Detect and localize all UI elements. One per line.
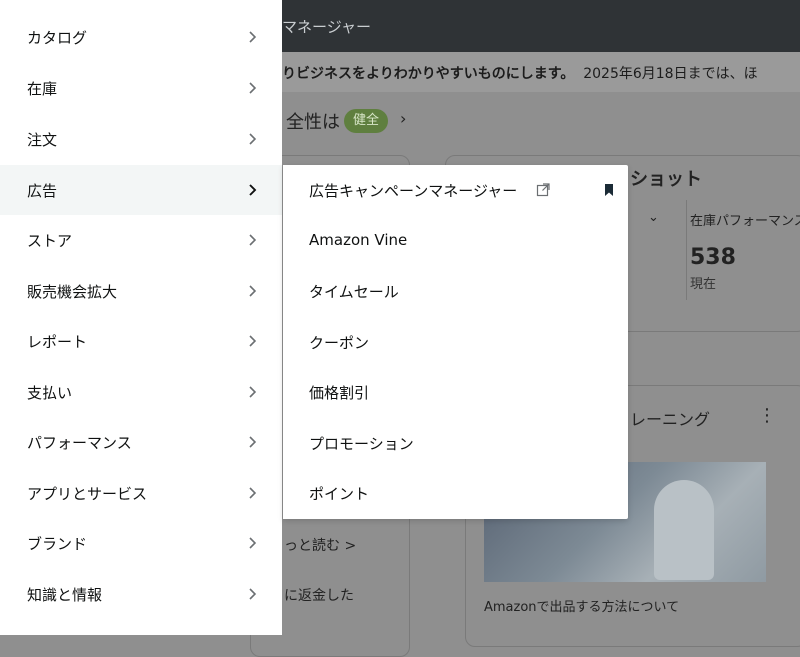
chevron-right-icon	[245, 30, 259, 44]
training-title: レーニング	[630, 410, 711, 429]
chevron-right-icon	[245, 132, 259, 146]
chevron-right-icon	[245, 233, 259, 247]
nav-item-label: 注文	[27, 131, 58, 149]
snapshot-title: ショット	[630, 169, 702, 190]
submenu-item-label: 広告キャンペーンマネージャー	[309, 182, 518, 200]
chevron-right-icon	[245, 183, 259, 197]
inventory-performance-label: 在庫パフォーマンス	[690, 214, 800, 229]
nav-item-label: アプリとサービス	[27, 485, 148, 503]
submenu-item-price-discounts[interactable]: 価格割引	[283, 367, 628, 417]
nav-item-label: レポート	[27, 333, 88, 351]
submenu-item-points[interactable]: ポイント	[283, 468, 628, 518]
submenu-item-lightning-deals[interactable]: タイムセール	[283, 266, 628, 316]
inventory-performance-value: 538	[690, 245, 736, 270]
submenu-item-amazon-vine[interactable]: Amazon Vine	[283, 216, 628, 266]
submenu-item-label: ポイント	[309, 485, 370, 503]
nav-item-inventory[interactable]: 在庫	[0, 63, 282, 113]
chevron-right-icon	[245, 334, 259, 348]
health-chevron-icon: ›	[400, 109, 407, 128]
inventory-performance-sub: 現在	[690, 277, 717, 292]
submenu-item-promotions[interactable]: プロモーション	[283, 418, 628, 468]
account-health-label: 全性は	[286, 112, 340, 133]
submenu-item-label: タイムセール	[309, 283, 399, 301]
chevron-right-icon	[245, 587, 259, 601]
nav-item-label: 広告	[27, 182, 58, 200]
nav-item-brands[interactable]: ブランド	[0, 518, 282, 568]
nav-item-apps-services[interactable]: アプリとサービス	[0, 468, 282, 518]
nav-item-label: 在庫	[27, 80, 58, 98]
nav-item-stores[interactable]: ストア	[0, 215, 282, 265]
submenu-item-label: クーポン	[309, 334, 370, 352]
nav-item-learn[interactable]: 知識と情報	[0, 569, 282, 619]
nav-item-catalog[interactable]: カタログ	[0, 12, 282, 62]
chevron-right-icon	[245, 435, 259, 449]
nav-item-label: 知識と情報	[27, 586, 103, 604]
submenu-item-coupons[interactable]: クーポン	[283, 317, 628, 367]
refund-text: に返金した	[284, 588, 354, 604]
app-title: マネージャー	[282, 18, 371, 36]
nav-item-label: パフォーマンス	[27, 434, 132, 452]
chevron-right-icon	[245, 486, 259, 500]
kebab-menu-icon: ⋮	[758, 405, 776, 426]
nav-item-performance[interactable]: パフォーマンス	[0, 417, 282, 467]
banner-text: 2025年6月18日までは、ほ	[583, 66, 758, 82]
chevron-right-icon	[245, 536, 259, 550]
nav-item-label: カタログ	[27, 29, 88, 47]
nav-item-label: 販売機会拡大	[27, 283, 118, 301]
advertising-submenu: 広告キャンペーンマネージャー Amazon Vine タイムセール クーポン 価…	[283, 165, 628, 519]
health-status-badge: 健全	[344, 109, 388, 133]
nav-item-advertising[interactable]: 広告	[0, 165, 282, 215]
submenu-item-label: プロモーション	[309, 435, 414, 453]
main-nav-drawer: カタログ 在庫 注文 広告 ストア 販売機会拡大 レポート 支払い パフォーマン…	[0, 0, 282, 635]
divider	[686, 200, 687, 300]
nav-item-label: ストア	[27, 232, 73, 250]
nav-item-reports[interactable]: レポート	[0, 316, 282, 366]
chevron-right-icon	[245, 385, 259, 399]
nav-item-payments[interactable]: 支払い	[0, 367, 282, 417]
nav-item-orders[interactable]: 注文	[0, 114, 282, 164]
external-link-icon	[536, 182, 550, 197]
submenu-item-campaign-manager[interactable]: 広告キャンペーンマネージャー	[283, 165, 628, 215]
banner-bold-text: りビジネスをよりわかりやすいものにします。	[282, 66, 575, 82]
nav-item-growth[interactable]: 販売機会拡大	[0, 266, 282, 316]
read-more-link: っと読む >	[284, 538, 357, 554]
chevron-right-icon	[245, 284, 259, 298]
chevron-down-icon: ⌄	[648, 210, 659, 225]
training-caption: Amazonで出品する方法について	[484, 600, 680, 615]
nav-item-label: 支払い	[27, 384, 73, 402]
nav-item-label: ブランド	[27, 535, 88, 553]
bookmark-icon[interactable]	[603, 182, 615, 196]
submenu-item-label: Amazon Vine	[309, 231, 408, 249]
submenu-item-label: 価格割引	[309, 384, 370, 402]
chevron-right-icon	[245, 81, 259, 95]
